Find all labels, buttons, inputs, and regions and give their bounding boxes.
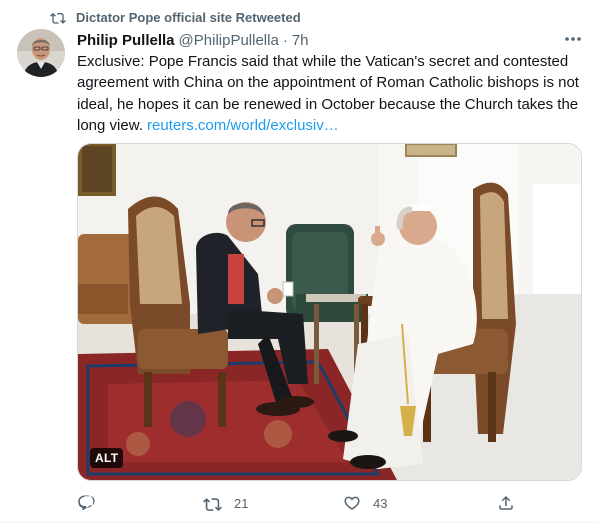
like-count: 43: [373, 495, 388, 511]
share-icon: [499, 495, 513, 510]
reply-button[interactable]: [77, 492, 107, 514]
tweet-header: Philip Pullella @PhilipPullella · 7h: [77, 30, 309, 50]
heart-icon: [344, 496, 360, 510]
photo-image: [78, 144, 581, 480]
action-bar: 21 43: [77, 492, 557, 514]
tweet-photo[interactable]: ALT: [77, 143, 582, 481]
share-button[interactable]: [497, 492, 515, 514]
retweet-label: Dictator Pope official site Retweeted: [76, 9, 301, 25]
author-name[interactable]: Philip Pullella: [77, 32, 175, 49]
retweet-icon: [50, 12, 66, 24]
alt-badge[interactable]: ALT: [90, 448, 124, 468]
tweet[interactable]: Dictator Pope official site Retweeted Ph…: [0, 0, 598, 523]
separator-dot: ·: [282, 31, 288, 49]
like-button[interactable]: 43: [343, 492, 387, 514]
timestamp[interactable]: 7h: [292, 32, 309, 49]
more-icon: [565, 37, 581, 41]
more-options-button[interactable]: [562, 30, 584, 48]
tweet-link[interactable]: reuters.com/world/exclusiv…: [147, 117, 339, 134]
retweet-action-icon: [203, 498, 222, 512]
avatar[interactable]: [17, 29, 65, 77]
retweet-button[interactable]: 21: [203, 492, 248, 514]
tweet-text: Exclusive: Pope Francis said that while …: [77, 51, 587, 137]
retweet-context[interactable]: Dictator Pope official site Retweeted: [50, 8, 301, 26]
retweet-count: 21: [234, 495, 249, 511]
reply-icon: [78, 495, 95, 511]
author-handle[interactable]: @PhilipPullella: [179, 32, 279, 49]
